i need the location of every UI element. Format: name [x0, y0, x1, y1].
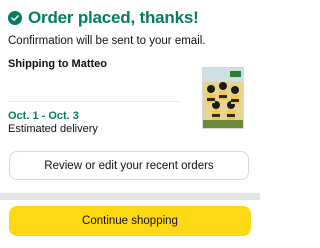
- review-orders-button[interactable]: Review or edit your recent orders: [9, 151, 249, 180]
- check-circle-icon: [8, 11, 22, 25]
- shipping-recipient: Shipping to Matteo: [8, 58, 107, 70]
- page-title: Order placed, thanks!: [28, 8, 199, 27]
- delivery-label: Estimated delivery: [8, 123, 98, 135]
- delivery-date: Oct. 1 - Oct. 3: [8, 110, 79, 122]
- continue-shopping-button[interactable]: Continue shopping: [9, 206, 251, 236]
- section-separator: [0, 193, 260, 200]
- order-confirmation-header: Order placed, thanks!: [8, 8, 199, 28]
- section-divider: [8, 101, 180, 102]
- product-thumbnail[interactable]: [202, 67, 244, 129]
- confirmation-message: Confirmation will be sent to your email.: [8, 35, 206, 47]
